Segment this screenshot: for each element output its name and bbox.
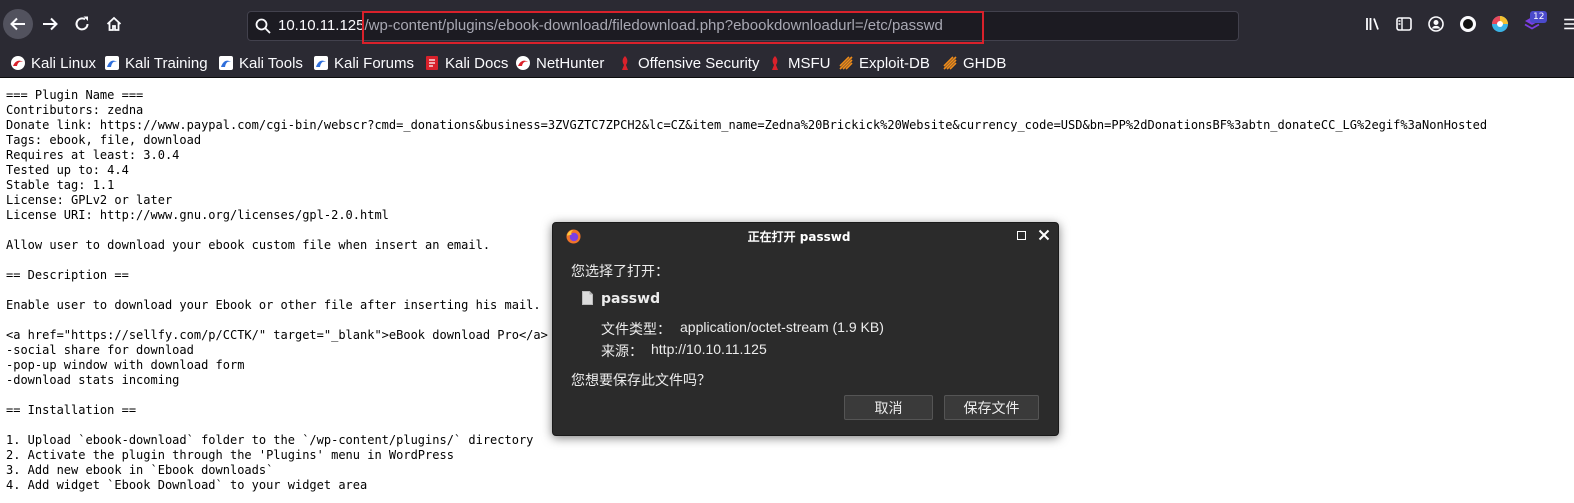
bookmark-label: NetHunter xyxy=(536,54,605,72)
home-button[interactable] xyxy=(99,9,129,39)
text-line: Stable tag: 1.1 xyxy=(6,178,115,192)
bookmark-label: Offensive Security xyxy=(638,54,760,72)
extension-circle-button[interactable] xyxy=(1458,14,1478,34)
file-open-dialog: 正在打开 passwd 您选择了打开： passwd 文件类型： applica… xyxy=(552,222,1059,436)
color-extension-button[interactable] xyxy=(1490,14,1510,34)
text-line: Contributors: zedna xyxy=(6,103,144,117)
menu-icon xyxy=(1564,18,1574,30)
bookmark-label: Kali Tools xyxy=(239,54,303,72)
text-line: License URI: http://www.gnu.org/licenses… xyxy=(6,208,389,222)
file-type-label: 文件类型： xyxy=(601,322,671,338)
exploitdb-icon xyxy=(943,56,957,70)
close-icon[interactable] xyxy=(1037,228,1051,242)
bookmark-label: Kali Linux xyxy=(31,54,97,72)
bookmark-offensive-security[interactable]: Offensive Security xyxy=(617,52,759,74)
bookmark-kali-linux[interactable]: Kali Linux xyxy=(10,52,96,74)
url-host: 10.10.11.125 xyxy=(278,17,365,34)
extension-badge: 12 xyxy=(1530,11,1548,23)
library-icon xyxy=(1366,18,1379,30)
file-icon xyxy=(582,291,593,305)
reload-icon xyxy=(75,16,89,31)
bookmark-kali-forums[interactable]: Kali Forums xyxy=(313,52,414,74)
back-button[interactable] xyxy=(3,9,33,39)
save-question: 您想要保存此文件吗？ xyxy=(571,373,711,389)
text-line: Tags: ebook, file, download xyxy=(6,133,202,147)
circle-extension-icon xyxy=(1460,16,1476,32)
menu-button[interactable] xyxy=(1558,14,1574,34)
maximize-icon[interactable] xyxy=(1017,231,1026,240)
bookmark-kali-tools[interactable]: Kali Tools xyxy=(218,52,303,74)
bookmark-msfu[interactable]: MSFU xyxy=(767,52,831,74)
bookmark-ghdb[interactable]: GHDB xyxy=(942,52,1006,74)
file-source-value: http://10.10.11.125 xyxy=(651,341,767,357)
kali-docs-icon xyxy=(426,56,438,70)
sidebar-icon xyxy=(1396,17,1412,31)
offsec-icon xyxy=(772,56,778,70)
cancel-button[interactable]: 取消 xyxy=(844,395,933,420)
sidebar-button[interactable] xyxy=(1394,14,1414,34)
text-line: === Plugin Name === xyxy=(6,88,144,102)
dialog-title: 正在打开 passwd xyxy=(747,230,851,244)
account-icon xyxy=(1428,16,1444,32)
text-line: Donate link: https://www.paypal.com/cgi-… xyxy=(6,118,1488,132)
bookmark-kali-training[interactable]: Kali Training xyxy=(104,52,208,74)
kali-dragon-icon xyxy=(219,56,233,70)
text-line: Tested up to: 4.4 xyxy=(6,163,129,177)
bookmarks-toolbar: Kali Linux Kali Training Kali Tools Kali… xyxy=(0,49,1574,78)
kali-dragon-icon xyxy=(314,56,328,70)
kali-dragon-icon xyxy=(105,56,119,70)
color-wheel-icon xyxy=(1492,16,1508,32)
account-button[interactable] xyxy=(1426,14,1446,34)
bookmark-label: Kali Forums xyxy=(334,54,415,72)
bookmark-label: Exploit-DB xyxy=(859,54,930,72)
file-source-label: 来源： xyxy=(601,344,643,360)
library-button[interactable] xyxy=(1363,14,1383,34)
bookmark-label: Kali Training xyxy=(125,54,208,72)
arrow-left-icon xyxy=(10,17,25,31)
save-file-button[interactable]: 保存文件 xyxy=(944,395,1039,420)
bookmark-label: Kali Docs xyxy=(445,54,509,72)
text-line: 4. Add widget `Ebook Download` to your w… xyxy=(6,478,368,492)
text-line: License: GPLv2 or later xyxy=(6,193,173,207)
file-type-value: application/octet-stream (1.9 KB) xyxy=(680,319,884,335)
url-path-highlight-box xyxy=(362,11,984,44)
arrow-right-icon xyxy=(43,17,58,31)
browser-toolbar: 10.10.11.125/wp-content/plugins/ebook-do… xyxy=(0,0,1574,49)
exploitdb-icon xyxy=(839,56,853,70)
text-line: Requires at least: 3.0.4 xyxy=(6,148,180,162)
offsec-icon xyxy=(622,56,628,70)
dialog-titlebar[interactable]: 正在打开 passwd xyxy=(553,223,1058,249)
text-line: 2. Activate the plugin through the 'Plug… xyxy=(6,448,454,462)
kali-dragon-icon xyxy=(11,56,25,70)
dialog-prompt: 您选择了打开： xyxy=(571,264,669,280)
bookmark-nethunter[interactable]: NetHunter xyxy=(515,52,604,74)
text-line: 3. Add new ebook in `Ebook downloads` xyxy=(6,463,274,477)
file-name: passwd xyxy=(601,291,661,307)
forward-button[interactable] xyxy=(35,9,65,39)
bookmark-label: MSFU xyxy=(788,54,831,72)
bookmark-kali-docs[interactable]: Kali Docs xyxy=(424,52,508,74)
bookmark-label: GHDB xyxy=(963,54,1007,72)
reload-button[interactable] xyxy=(67,9,97,39)
nethunter-icon xyxy=(516,56,530,70)
search-icon xyxy=(255,18,271,34)
bookmark-exploit-db[interactable]: Exploit-DB xyxy=(838,52,930,74)
home-icon xyxy=(106,16,122,31)
